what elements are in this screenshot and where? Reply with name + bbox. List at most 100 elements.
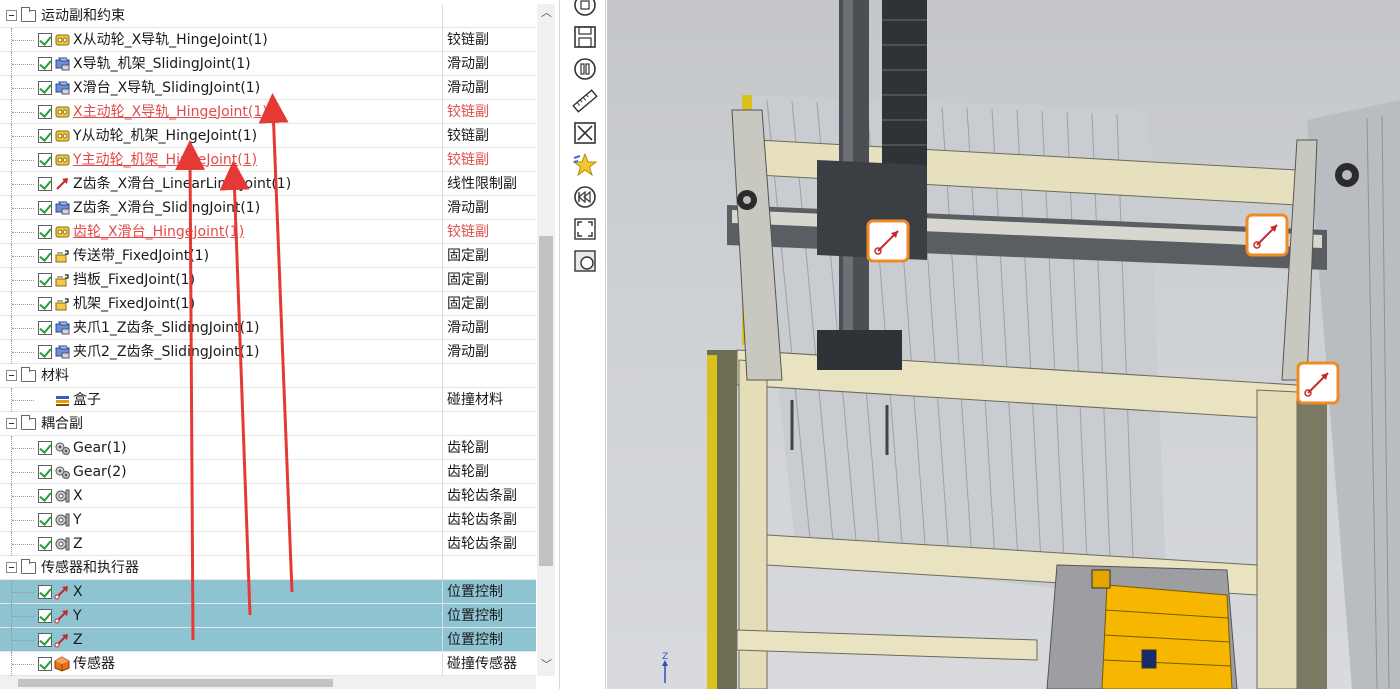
physics-navigator-panel: 运动副和约束 X从动轮_X导轨_HingeJoint(1) 铰链副 X导轨_机架_Sl… <box>0 0 560 689</box>
tree-item-row[interactable]: Gear(2) 齿轮副 <box>0 459 536 484</box>
tree-item-row[interactable]: Y从动轮_机架_HingeJoint(1) 铰链副 <box>0 123 536 148</box>
position-marker-y[interactable] <box>1245 213 1289 257</box>
visibility-checkbox[interactable] <box>38 488 52 503</box>
tree-item-row[interactable]: X导轨_机架_SlidingJoint(1) 滑动副 <box>0 51 536 76</box>
visibility-checkbox[interactable] <box>38 248 52 263</box>
tree-item-row[interactable]: 传送带_FixedJoint(1) 固定副 <box>0 243 536 268</box>
tree-item-name-cell: 齿轮_X滑台_HingeJoint(1) <box>0 219 443 244</box>
ruler-icon[interactable] <box>572 88 598 114</box>
position-marker-x[interactable] <box>866 219 910 263</box>
fit-view-icon[interactable] <box>572 216 598 242</box>
tree-item-type: 铰链副 <box>447 31 489 48</box>
tree-item-row[interactable]: Y 位置控制 <box>0 603 536 628</box>
tree-item-type: 铰链副 <box>447 151 489 168</box>
visibility-checkbox[interactable] <box>38 32 52 47</box>
visibility-checkbox[interactable] <box>38 512 52 527</box>
tree-item-type: 位置控制 <box>447 631 503 648</box>
tree-item-row[interactable]: 挡板_FixedJoint(1) 固定副 <box>0 267 536 292</box>
close-box-icon[interactable] <box>572 120 598 146</box>
collapse-toggle-icon[interactable] <box>6 370 17 381</box>
visibility-checkbox[interactable] <box>38 320 52 335</box>
tree-group-label: 材料 <box>41 367 69 384</box>
tree-item-row[interactable]: X主动轮_X导轨_HingeJoint(1) 铰链副 <box>0 99 536 124</box>
folder-icon <box>21 366 36 382</box>
tree-group-row[interactable]: 运动副和约束 <box>0 3 536 28</box>
vertical-scroll-thumb[interactable] <box>539 236 553 566</box>
visibility-checkbox[interactable] <box>38 272 52 287</box>
tree-item-name-cell: X <box>0 579 443 604</box>
tree-item-row[interactable]: 盒子 碰撞材料 <box>0 387 536 412</box>
pause-icon[interactable] <box>572 56 598 82</box>
rack-pinion-icon <box>54 488 71 504</box>
visibility-checkbox[interactable] <box>38 440 52 455</box>
position-marker-z[interactable] <box>1296 361 1340 405</box>
visibility-checkbox[interactable] <box>38 176 52 191</box>
sliding-joint-icon <box>54 80 71 96</box>
save-icon[interactable] <box>572 24 598 50</box>
visibility-checkbox[interactable] <box>38 464 52 479</box>
tree-item-row[interactable]: Z 位置控制 <box>0 627 536 652</box>
tree-item-name-cell: Y主动轮_机架_HingeJoint(1) <box>0 147 443 172</box>
tree-item-label: Z <box>73 631 83 648</box>
circle-icon[interactable] <box>572 0 598 18</box>
visibility-checkbox[interactable] <box>38 296 52 311</box>
star-icon[interactable] <box>572 152 598 178</box>
tree-item-row[interactable]: X滑台_X导轨_SlidingJoint(1) 滑动副 <box>0 75 536 100</box>
tree-item-row[interactable]: 传感器 碰撞传感器 <box>0 651 536 676</box>
tree-item-row[interactable]: X 齿轮齿条副 <box>0 483 536 508</box>
visibility-checkbox[interactable] <box>38 80 52 95</box>
scroll-up-arrow-icon[interactable]: ︿ <box>541 7 552 18</box>
tree-item-row[interactable]: 夹爪2_Z齿条_SlidingJoint(1) 滑动副 <box>0 339 536 364</box>
tree-item-type: 固定副 <box>447 247 489 264</box>
collapse-toggle-icon[interactable] <box>6 418 17 429</box>
tree-item-name-cell: 传感器 <box>0 651 443 676</box>
collapse-toggle-icon[interactable] <box>6 10 17 21</box>
horizontal-scroll-thumb[interactable] <box>18 679 333 687</box>
visibility-checkbox[interactable] <box>38 656 52 671</box>
tree-item-row[interactable]: 齿轮_X滑台_HingeJoint(1) 铰链副 <box>0 219 536 244</box>
scroll-down-arrow-icon[interactable]: ﹀ <box>541 659 552 670</box>
tree-item-row[interactable]: Y主动轮_机架_HingeJoint(1) 铰链副 <box>0 147 536 172</box>
tree-item-label: Y <box>73 511 82 528</box>
vertical-scrollbar[interactable]: ︿ ﹀ <box>537 4 555 676</box>
tree-item-row[interactable]: Y 齿轮齿条副 <box>0 507 536 532</box>
tree-item-row[interactable]: X 位置控制 <box>0 579 536 604</box>
3d-viewport[interactable]: Z <box>607 0 1400 689</box>
visibility-checkbox[interactable] <box>38 344 52 359</box>
tree-item-row[interactable]: Gear(1) 齿轮副 <box>0 435 536 460</box>
tree-item-row[interactable]: 夹爪1_Z齿条_SlidingJoint(1) 滑动副 <box>0 315 536 340</box>
visibility-checkbox[interactable] <box>38 152 52 167</box>
tree-item-row[interactable]: Z齿条_X滑台_SlidingJoint(1) 滑动副 <box>0 195 536 220</box>
rack-pinion-icon <box>54 536 71 552</box>
tree-group-row[interactable]: 传感器和执行器 <box>0 555 536 580</box>
visibility-checkbox[interactable] <box>38 200 52 215</box>
tree-item-label: Z齿条_X滑台_LinearLimitJoint(1) <box>73 175 292 192</box>
tree-item-label: 传送带_FixedJoint(1) <box>73 247 210 264</box>
rewind-icon[interactable] <box>572 184 598 210</box>
tree-item-label: Y <box>73 607 82 624</box>
tree-item-row[interactable]: Z 齿轮齿条副 <box>0 531 536 556</box>
visibility-checkbox[interactable] <box>38 608 52 623</box>
tree-item-label: Gear(2) <box>73 463 127 480</box>
tree-item-type: 碰撞传感器 <box>447 655 517 672</box>
visibility-checkbox[interactable] <box>38 584 52 599</box>
visibility-checkbox[interactable] <box>38 632 52 647</box>
tree-group-row[interactable]: 材料 <box>0 363 536 388</box>
folder-icon <box>21 558 36 574</box>
visibility-checkbox[interactable] <box>38 128 52 143</box>
tree-item-row[interactable]: Z齿条_X滑台_LinearLimitJoint(1) 线性限制副 <box>0 171 536 196</box>
visibility-checkbox[interactable] <box>38 56 52 71</box>
tree-item-row[interactable]: X从动轮_X导轨_HingeJoint(1) 铰链副 <box>0 27 536 52</box>
tree-item-label: Z齿条_X滑台_SlidingJoint(1) <box>73 199 261 216</box>
hinge-joint-icon <box>54 128 71 144</box>
visibility-checkbox[interactable] <box>38 104 52 119</box>
position-control-icon <box>54 608 71 624</box>
tree-item-row[interactable]: 机架_FixedJoint(1) 固定副 <box>0 291 536 316</box>
visibility-checkbox[interactable] <box>38 224 52 239</box>
collapse-toggle-icon[interactable] <box>6 562 17 573</box>
tree-group-row[interactable]: 耦合副 <box>0 411 536 436</box>
visibility-checkbox[interactable] <box>38 536 52 551</box>
shade-icon[interactable] <box>572 248 598 274</box>
horizontal-scrollbar[interactable] <box>0 676 536 689</box>
tree-item-name-cell: 挡板_FixedJoint(1) <box>0 267 443 292</box>
